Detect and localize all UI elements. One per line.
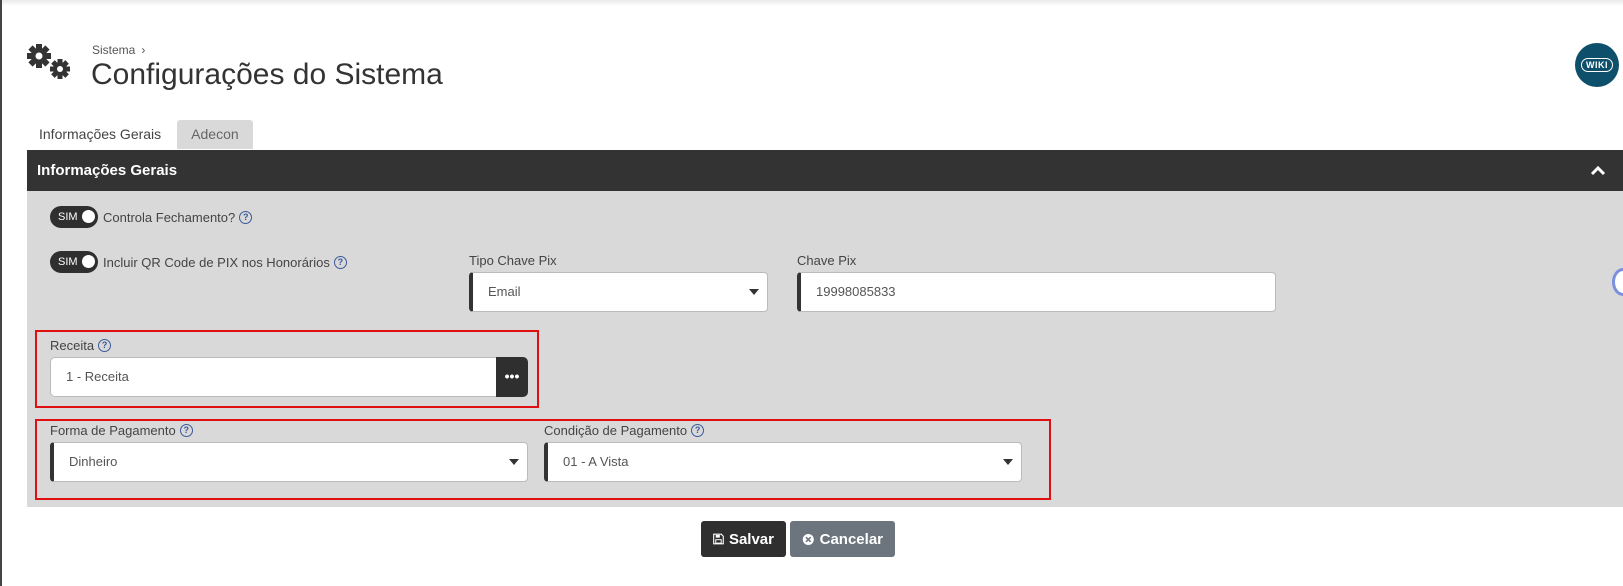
chave-pix-value: 19998085833 — [816, 284, 896, 299]
tipo-chave-pix-label-text: Tipo Chave Pix — [469, 253, 557, 268]
caret-down-icon — [749, 289, 759, 295]
help-icon[interactable]: ? — [98, 339, 112, 352]
top-shadow — [0, 0, 1623, 6]
toggle-qr-code-pix: SIM Incluir QR Code de PIX nos Honorário… — [50, 251, 347, 273]
help-icon[interactable]: ? — [333, 255, 347, 269]
section-header[interactable]: Informações Gerais — [27, 150, 1623, 191]
help-icon[interactable]: ? — [239, 210, 253, 224]
switch-knob — [82, 255, 95, 268]
switch-knob — [82, 210, 95, 223]
controla-fechamento-label: Controla Fechamento? — [103, 209, 236, 225]
section-title: Informações Gerais — [37, 162, 178, 179]
chave-pix-label: Chave Pix — [797, 253, 856, 268]
switch-state: SIM — [58, 256, 78, 268]
caret-down-icon — [1003, 459, 1013, 465]
receita-lookup-button[interactable]: ••• — [496, 357, 528, 397]
condicao-pagamento-label-text: Condição de Pagamento — [544, 423, 688, 438]
qr-code-pix-switch[interactable]: SIM — [50, 251, 98, 273]
chave-pix-label-text: Chave Pix — [797, 253, 857, 268]
tab-bar: Informações Gerais Adecon — [27, 120, 253, 149]
forma-pagamento-value: Dinheiro — [69, 454, 118, 469]
wiki-label: WIKI — [1581, 58, 1613, 72]
tipo-chave-pix-select[interactable]: Email — [469, 272, 768, 312]
help-icon[interactable]: ? — [179, 424, 193, 437]
controla-fechamento-switch[interactable]: SIM — [50, 206, 98, 228]
tab-informacoes-gerais[interactable]: Informações Gerais — [27, 120, 173, 149]
receita-field[interactable]: 1 - Receita — [50, 357, 498, 397]
forma-pagamento-label-text: Forma de Pagamento — [50, 423, 176, 438]
qr-code-pix-label: Incluir QR Code de PIX nos Honorários — [103, 254, 330, 270]
condicao-pagamento-select[interactable]: 01 - A Vista — [544, 442, 1022, 482]
save-button[interactable]: Salvar — [701, 521, 786, 557]
toggle-controla-fechamento: SIM Controla Fechamento? ? — [50, 206, 253, 228]
page-title: Configurações do Sistema — [91, 58, 443, 91]
receita-label: Receita ? — [50, 338, 112, 353]
help-icon[interactable]: ? — [691, 424, 705, 437]
condicao-pagamento-label: Condição de Pagamento ? — [544, 423, 705, 438]
cancel-button[interactable]: Cancelar — [790, 521, 895, 557]
chevron-up-icon[interactable] — [1589, 162, 1607, 180]
tipo-chave-pix-value: Email — [488, 284, 521, 299]
receita-value: 1 - Receita — [66, 369, 129, 384]
chave-pix-field[interactable]: 19998085833 — [797, 272, 1276, 312]
chevron-right-icon: › — [141, 43, 146, 57]
close-circle-icon — [802, 533, 814, 545]
tipo-chave-pix-label: Tipo Chave Pix — [469, 253, 557, 268]
breadcrumb: Sistema › — [92, 43, 145, 57]
forma-pagamento-select[interactable]: Dinheiro — [50, 442, 528, 482]
receita-label-text: Receita — [50, 338, 95, 353]
floppy-disk-icon — [713, 533, 724, 545]
cancel-label: Cancelar — [819, 530, 883, 548]
caret-down-icon — [509, 459, 519, 465]
left-border — [0, 0, 2, 586]
breadcrumb-parent[interactable]: Sistema — [92, 43, 135, 57]
condicao-pagamento-value: 01 - A Vista — [563, 454, 629, 469]
save-label: Salvar — [728, 530, 774, 548]
wiki-button[interactable]: WIKI — [1575, 43, 1619, 87]
forma-pagamento-label: Forma de Pagamento ? — [50, 423, 193, 438]
gears-icon — [27, 44, 70, 79]
tab-adecon[interactable]: Adecon — [177, 120, 253, 149]
switch-state: SIM — [58, 211, 78, 223]
